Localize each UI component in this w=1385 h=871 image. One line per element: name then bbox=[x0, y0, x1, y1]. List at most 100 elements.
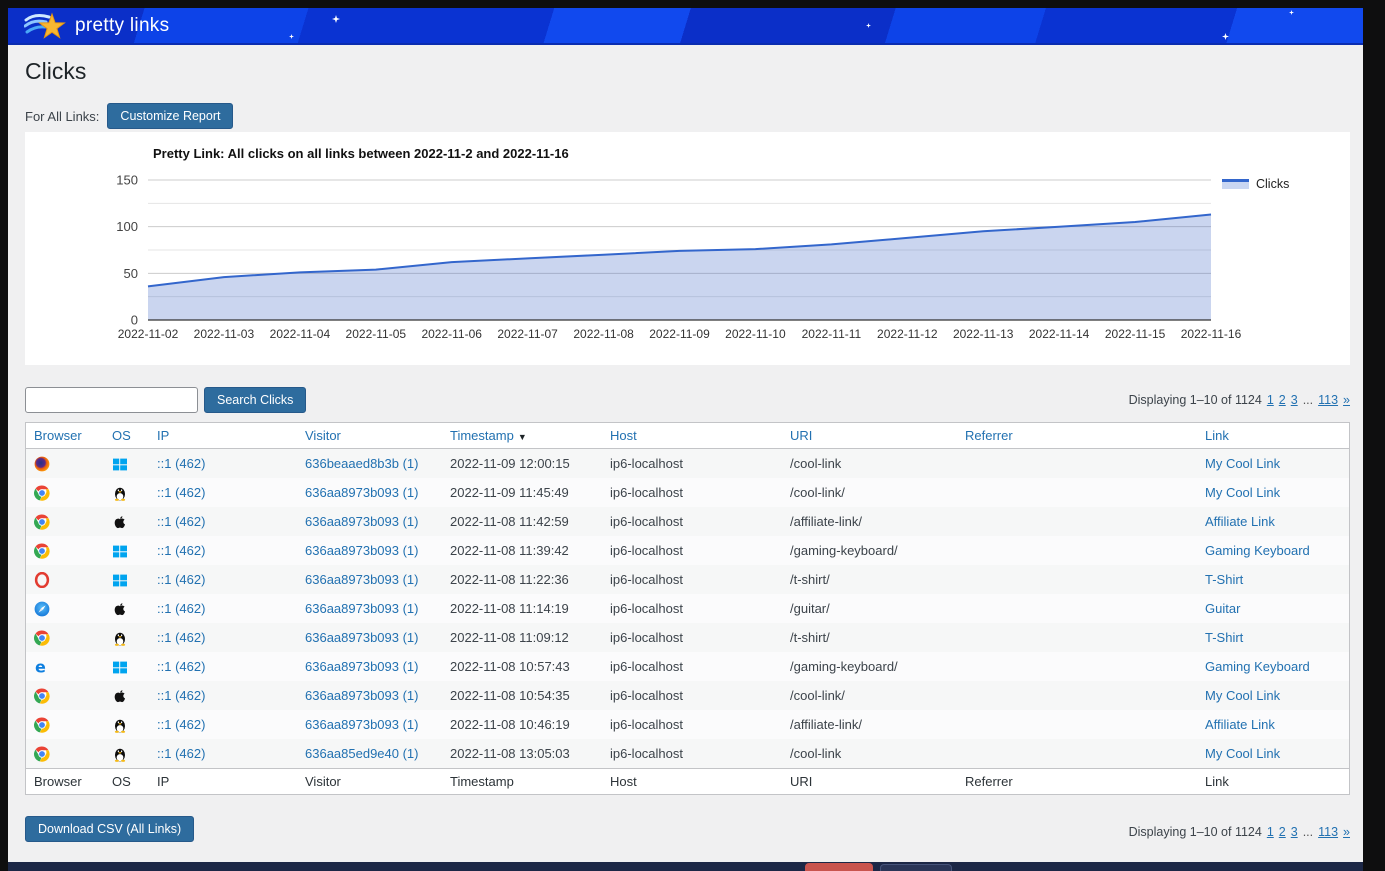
clicks-table: Browser OS IP Visitor Timestamp▼ Host UR… bbox=[25, 422, 1350, 795]
visitor-link[interactable]: 636aa8973b093 (1) bbox=[305, 717, 419, 732]
timestamp-cell: 2022-11-08 11:09:12 bbox=[442, 630, 602, 645]
safari-icon bbox=[34, 601, 50, 617]
link-title-link[interactable]: Gaming Keyboard bbox=[1205, 543, 1310, 558]
page-link-3[interactable]: 3 bbox=[1291, 393, 1298, 407]
visitor-link[interactable]: 636aa85ed9e40 (1) bbox=[305, 746, 419, 761]
customize-report-button[interactable]: Customize Report bbox=[107, 103, 233, 129]
ip-link[interactable]: ::1 (462) bbox=[157, 572, 205, 587]
link-title-link[interactable]: Guitar bbox=[1205, 601, 1240, 616]
os-cell bbox=[104, 716, 149, 733]
svg-text:2022-11-13: 2022-11-13 bbox=[953, 327, 1014, 341]
table-row: ::1 (462) 636aa8973b093 (1) 2022-11-08 11:… bbox=[26, 623, 1349, 652]
browser-cell bbox=[26, 571, 104, 588]
timestamp-cell: 2022-11-09 11:45:49 bbox=[442, 485, 602, 500]
sort-referrer[interactable]: Referrer bbox=[965, 428, 1013, 443]
timestamp-cell: 2022-11-08 10:54:35 bbox=[442, 688, 602, 703]
visitor-link[interactable]: 636aa8973b093 (1) bbox=[305, 688, 419, 703]
svg-text:2022-11-11: 2022-11-11 bbox=[802, 327, 862, 341]
svg-text:2022-11-07: 2022-11-07 bbox=[497, 327, 558, 341]
footer-col-link: Link bbox=[1197, 774, 1349, 789]
next-page-link[interactable]: » bbox=[1343, 825, 1350, 839]
table-row: ::1 (462) 636aa8973b093 (1) 2022-11-09 11:… bbox=[26, 478, 1349, 507]
next-page-link[interactable]: » bbox=[1343, 393, 1350, 407]
svg-text:2022-11-06: 2022-11-06 bbox=[421, 327, 482, 341]
visitor-link[interactable]: 636beaaed8b3b (1) bbox=[305, 456, 419, 471]
sort-browser[interactable]: Browser bbox=[34, 428, 82, 443]
ip-link[interactable]: ::1 (462) bbox=[157, 456, 205, 471]
table-row: ::1 (462)636aa8973b093 (1)2022-11-08 11:… bbox=[26, 536, 1349, 565]
link-title-link[interactable]: T-Shirt bbox=[1205, 572, 1243, 587]
svg-text:2022-11-03: 2022-11-03 bbox=[194, 327, 255, 341]
search-input[interactable] bbox=[25, 387, 198, 413]
sort-host[interactable]: Host bbox=[610, 428, 637, 443]
ip-link[interactable]: ::1 (462) bbox=[157, 485, 205, 500]
ip-link[interactable]: ::1 (462) bbox=[157, 659, 205, 674]
footer-col-timestamp: Timestamp bbox=[442, 774, 602, 789]
link-title-link[interactable]: Affiliate Link bbox=[1205, 514, 1275, 529]
link-title-link[interactable]: My Cool Link bbox=[1205, 688, 1280, 703]
link-title-link[interactable]: T-Shirt bbox=[1205, 630, 1243, 645]
svg-text:2022-11-05: 2022-11-05 bbox=[346, 327, 407, 341]
link-title-link[interactable]: My Cool Link bbox=[1205, 485, 1280, 500]
visitor-link[interactable]: 636aa8973b093 (1) bbox=[305, 543, 419, 558]
os-cell bbox=[104, 629, 149, 646]
visitor-link[interactable]: 636aa8973b093 (1) bbox=[305, 514, 419, 529]
uri-cell: /affiliate-link/ bbox=[782, 514, 957, 529]
sort-link[interactable]: Link bbox=[1205, 428, 1229, 443]
page-link-3[interactable]: 3 bbox=[1291, 825, 1298, 839]
sort-os[interactable]: OS bbox=[112, 428, 131, 443]
ip-link[interactable]: ::1 (462) bbox=[157, 630, 205, 645]
svg-text:2022-11-14: 2022-11-14 bbox=[1029, 327, 1090, 341]
host-cell: ip6-localhost bbox=[602, 543, 782, 558]
table-row: ::1 (462) 636aa8973b093 (1) 2022-11-08 11:… bbox=[26, 565, 1349, 594]
svg-text:2022-11-04: 2022-11-04 bbox=[270, 327, 331, 341]
sort-ip[interactable]: IP bbox=[157, 428, 169, 443]
os-cell bbox=[104, 658, 149, 675]
os-cell bbox=[104, 571, 149, 588]
chrome-icon bbox=[34, 543, 50, 559]
host-cell: ip6-localhost bbox=[602, 659, 782, 674]
page-link-last[interactable]: 113 bbox=[1318, 393, 1338, 407]
link-title-link[interactable]: Gaming Keyboard bbox=[1205, 659, 1310, 674]
search-clicks-button[interactable]: Search Clicks bbox=[204, 387, 306, 413]
sort-visitor[interactable]: Visitor bbox=[305, 428, 341, 443]
windows-icon bbox=[112, 659, 128, 675]
uri-cell: /t-shirt/ bbox=[782, 572, 957, 587]
footer-col-host: Host bbox=[602, 774, 782, 789]
linux-icon bbox=[112, 630, 128, 646]
page-link-last[interactable]: 113 bbox=[1318, 825, 1338, 839]
visitor-link[interactable]: 636aa8973b093 (1) bbox=[305, 572, 419, 587]
page-link-1[interactable]: 1 bbox=[1267, 825, 1274, 839]
visitor-link[interactable]: 636aa8973b093 (1) bbox=[305, 659, 419, 674]
sort-uri[interactable]: URI bbox=[790, 428, 812, 443]
browser-cell bbox=[26, 716, 104, 733]
link-title-link[interactable]: My Cool Link bbox=[1205, 456, 1280, 471]
ip-link[interactable]: ::1 (462) bbox=[157, 688, 205, 703]
visitor-link[interactable]: 636aa8973b093 (1) bbox=[305, 630, 419, 645]
table-row: ::1 (462)636aa8973b093 (1)2022-11-08 11:… bbox=[26, 507, 1349, 536]
promo-dark-button[interactable] bbox=[880, 864, 952, 871]
visitor-link[interactable]: 636aa8973b093 (1) bbox=[305, 601, 419, 616]
page-link-2[interactable]: 2 bbox=[1279, 393, 1286, 407]
page-link-1[interactable]: 1 bbox=[1267, 393, 1274, 407]
footer-col-os: OS bbox=[104, 774, 149, 789]
link-title-link[interactable]: My Cool Link bbox=[1205, 746, 1280, 761]
chart-title: Pretty Link: All clicks on all links bet… bbox=[153, 146, 569, 161]
ip-link[interactable]: ::1 (462) bbox=[157, 601, 205, 616]
page-link-2[interactable]: 2 bbox=[1279, 825, 1286, 839]
host-cell: ip6-localhost bbox=[602, 485, 782, 500]
timestamp-cell: 2022-11-08 11:22:36 bbox=[442, 572, 602, 587]
sort-timestamp[interactable]: Timestamp bbox=[450, 428, 514, 443]
link-title-link[interactable]: Affiliate Link bbox=[1205, 717, 1275, 732]
ip-link[interactable]: ::1 (462) bbox=[157, 514, 205, 529]
os-cell bbox=[104, 600, 149, 617]
promo-red-button[interactable] bbox=[805, 863, 873, 871]
uri-cell: /cool-link bbox=[782, 746, 957, 761]
ip-link[interactable]: ::1 (462) bbox=[157, 543, 205, 558]
visitor-link[interactable]: 636aa8973b093 (1) bbox=[305, 485, 419, 500]
ip-link[interactable]: ::1 (462) bbox=[157, 746, 205, 761]
table-row: ::1 (462)636aa85ed9e40 (1)2022-11-08 13:… bbox=[26, 739, 1349, 768]
download-csv-button[interactable]: Download CSV (All Links) bbox=[25, 816, 194, 842]
ip-link[interactable]: ::1 (462) bbox=[157, 717, 205, 732]
chrome-icon bbox=[34, 630, 50, 646]
